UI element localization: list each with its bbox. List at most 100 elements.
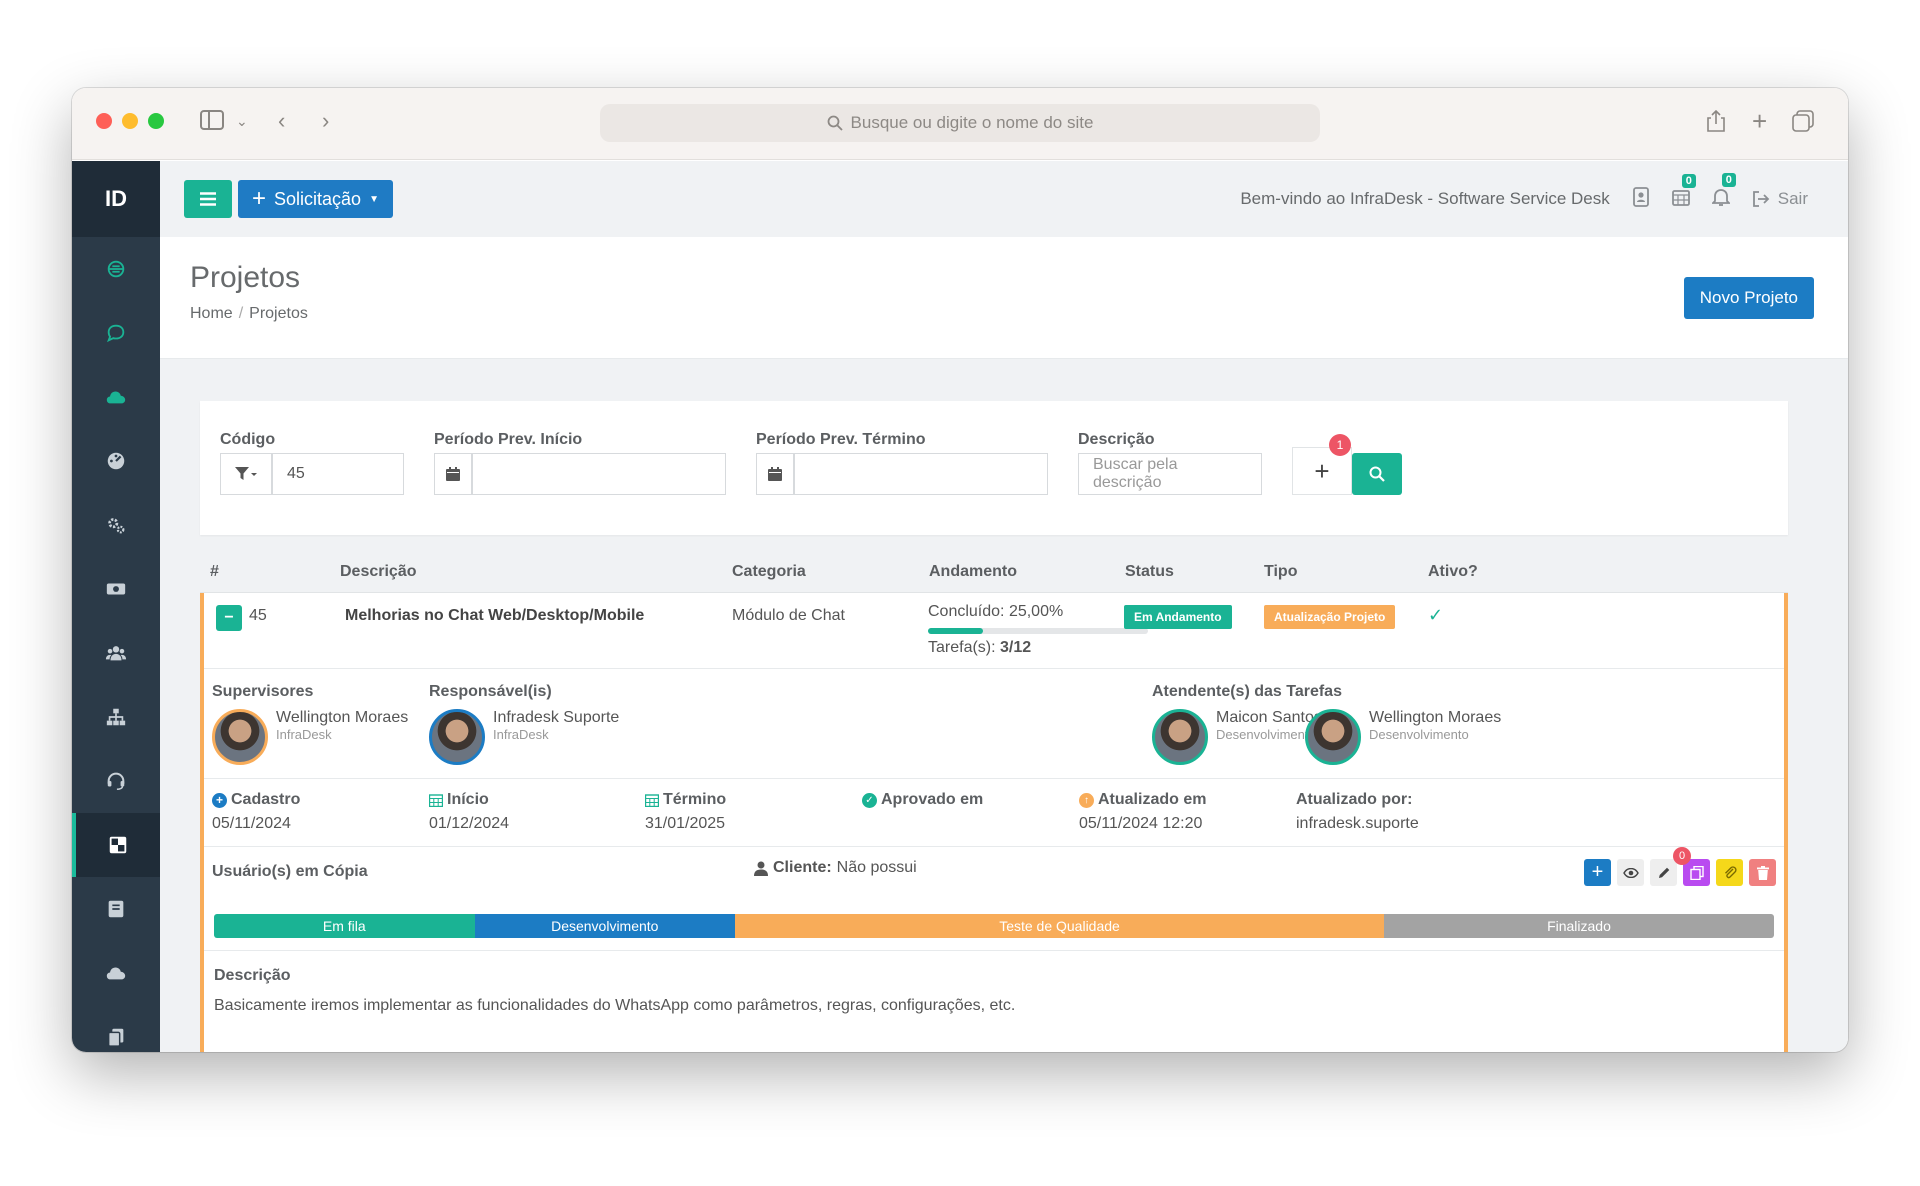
filter-count-badge: 1 (1329, 434, 1351, 456)
page-title: Projetos (190, 261, 301, 294)
sidebar-item-support[interactable] (72, 749, 160, 813)
users-icon (105, 646, 127, 661)
col-tipo[interactable]: Tipo (1264, 563, 1297, 581)
edit-action-button[interactable] (1650, 859, 1677, 886)
arrow-up-circle-icon: ↑ (1079, 792, 1094, 808)
browser-toolbar: ⌄ ‹ › Busque ou digite o nome do site + (72, 88, 1848, 160)
new-request-button[interactable]: + Solicitação ▼ (238, 180, 393, 218)
menu-toggle-button[interactable] (184, 180, 232, 218)
attach-action-button[interactable] (1716, 859, 1743, 886)
status-badge: Em Andamento (1124, 605, 1232, 629)
view-action-button[interactable] (1617, 859, 1644, 886)
workflow-stage: Finalizado (1383, 914, 1774, 938)
workflow-stage: Teste de Qualidade (735, 914, 1384, 938)
col-andamento[interactable]: Andamento (929, 563, 1017, 581)
add-action-button[interactable]: + (1584, 859, 1611, 886)
sidebar-item-cloud-services[interactable] (72, 941, 160, 1005)
share-icon[interactable] (1706, 109, 1726, 136)
chevron-down-icon[interactable]: ⌄ (236, 110, 248, 132)
search-button[interactable] (1352, 453, 1402, 495)
alerts-button[interactable]: 0 (1710, 172, 1736, 212)
termino-calendar-button[interactable] (756, 453, 794, 495)
contacts-button[interactable] (1632, 186, 1650, 212)
inicio-range-input[interactable] (472, 453, 726, 495)
table-row[interactable]: − 45 Melhorias no Chat Web/Desktop/Mobil… (204, 593, 1784, 669)
collapse-row-button[interactable]: − (216, 605, 242, 631)
calendar-badge: 0 (1681, 173, 1696, 188)
sidebar-toggle-icon[interactable] (200, 110, 224, 134)
col-ativo[interactable]: Ativo? (1428, 563, 1478, 581)
address-book-icon (1632, 186, 1649, 207)
avatar (212, 709, 268, 765)
minimize-window-button[interactable] (122, 113, 138, 129)
breadcrumb-home[interactable]: Home (190, 305, 233, 322)
termino-range-input[interactable] (794, 453, 1048, 495)
advanced-filter-button[interactable]: + 1 (1292, 434, 1352, 495)
atualizado-por-label: Atualizado por: (1296, 791, 1413, 808)
calendar-icon (768, 467, 782, 481)
col-categoria[interactable]: Categoria (732, 563, 806, 581)
sidebar-item-cloud[interactable] (72, 365, 160, 429)
projects-icon (109, 836, 127, 854)
close-window-button[interactable] (96, 113, 112, 129)
termino-value: 31/01/2025 (645, 815, 726, 832)
copy-action-button[interactable]: 0 (1673, 847, 1710, 886)
sidebar-item-settings[interactable] (72, 493, 160, 557)
col-status[interactable]: Status (1125, 563, 1174, 581)
logout-button[interactable]: Sair (1752, 189, 1808, 209)
sidebar-item-users[interactable] (72, 621, 160, 685)
dashboard-icon (107, 452, 125, 470)
sidebar-item-documents[interactable] (72, 1005, 160, 1052)
address-bar[interactable]: Busque ou digite o nome do site (600, 104, 1320, 142)
sidebar-item-structure[interactable] (72, 685, 160, 749)
col-descricao[interactable]: Descrição (340, 563, 417, 581)
codigo-input[interactable]: 45 (272, 453, 404, 495)
row-descricao[interactable]: Melhorias no Chat Web/Desktop/Mobile (345, 607, 644, 625)
copy-icon (1689, 865, 1704, 880)
workflow-stages-bar: Em fila Desenvolvimento Teste de Qualidade… (214, 914, 1774, 938)
forward-icon[interactable]: › (322, 110, 329, 132)
sidebar-item-dashboard[interactable] (72, 429, 160, 493)
delete-action-button[interactable] (1749, 859, 1776, 886)
sidebar-item-finance[interactable] (72, 557, 160, 621)
user-icon (754, 861, 768, 876)
copy-icon (107, 1028, 124, 1047)
pencil-icon (1658, 867, 1669, 878)
sidebar-item-chat[interactable] (72, 301, 160, 365)
main-content: + Solicitação ▼ Bem-vindo ao InfraDesk -… (160, 161, 1848, 1052)
sidebar-item-projects[interactable] (72, 813, 160, 877)
descricao-search-input[interactable]: Buscar pela descrição (1078, 453, 1262, 495)
calendar-notifications-button[interactable]: 0 (1671, 173, 1696, 211)
app-logo[interactable]: ID (72, 161, 160, 237)
avatar (1152, 709, 1208, 765)
cadastro-value: 05/11/2024 (212, 815, 291, 832)
sidebar-item-knowledge-base[interactable] (72, 877, 160, 941)
atendente-card[interactable]: Wellington Moraes Desenvolvimento (1305, 709, 1501, 765)
plus-circle-icon: + (212, 792, 227, 808)
termino-label: Período Prev. Término (756, 431, 926, 448)
active-check-icon: ✓ (1428, 605, 1444, 625)
inicio-calendar-button[interactable] (434, 453, 472, 495)
responsavel-card[interactable]: Infradesk Suporte InfraDesk (429, 709, 619, 765)
browser-window: ⌄ ‹ › Busque ou digite o nome do site + … (72, 88, 1848, 1052)
headset-icon (107, 260, 125, 278)
supervisor-card[interactable]: Wellington Moraes InfraDesk (212, 709, 408, 765)
copy-users-section: Usuário(s) em Cópia Cliente: Não possui … (204, 847, 1784, 951)
type-badge: Atualização Projeto (1264, 605, 1396, 629)
cliente-label: Cliente: (773, 859, 832, 876)
trash-icon (1756, 865, 1769, 880)
sitemap-icon (106, 708, 126, 726)
new-project-button[interactable]: Novo Projeto (1683, 277, 1814, 319)
avatar (1305, 709, 1361, 765)
person-name: Wellington Moraes (1369, 709, 1502, 726)
welcome-text: Bem-vindo ao InfraDesk - Software Servic… (1240, 189, 1610, 208)
workflow-stage: Desenvolvimento (474, 914, 736, 938)
filter-operator-dropdown[interactable] (220, 453, 272, 495)
tabs-overview-icon[interactable] (1792, 110, 1814, 136)
sidebar-item-tickets[interactable] (72, 237, 160, 301)
zoom-window-button[interactable] (148, 113, 164, 129)
termino-field: Término 31/01/2025 (645, 791, 726, 833)
back-icon[interactable]: ‹ (278, 110, 285, 132)
atendente-card[interactable]: Maicon Santos Desenvolvimento (1152, 709, 1322, 765)
new-tab-icon[interactable]: + (1752, 108, 1767, 134)
